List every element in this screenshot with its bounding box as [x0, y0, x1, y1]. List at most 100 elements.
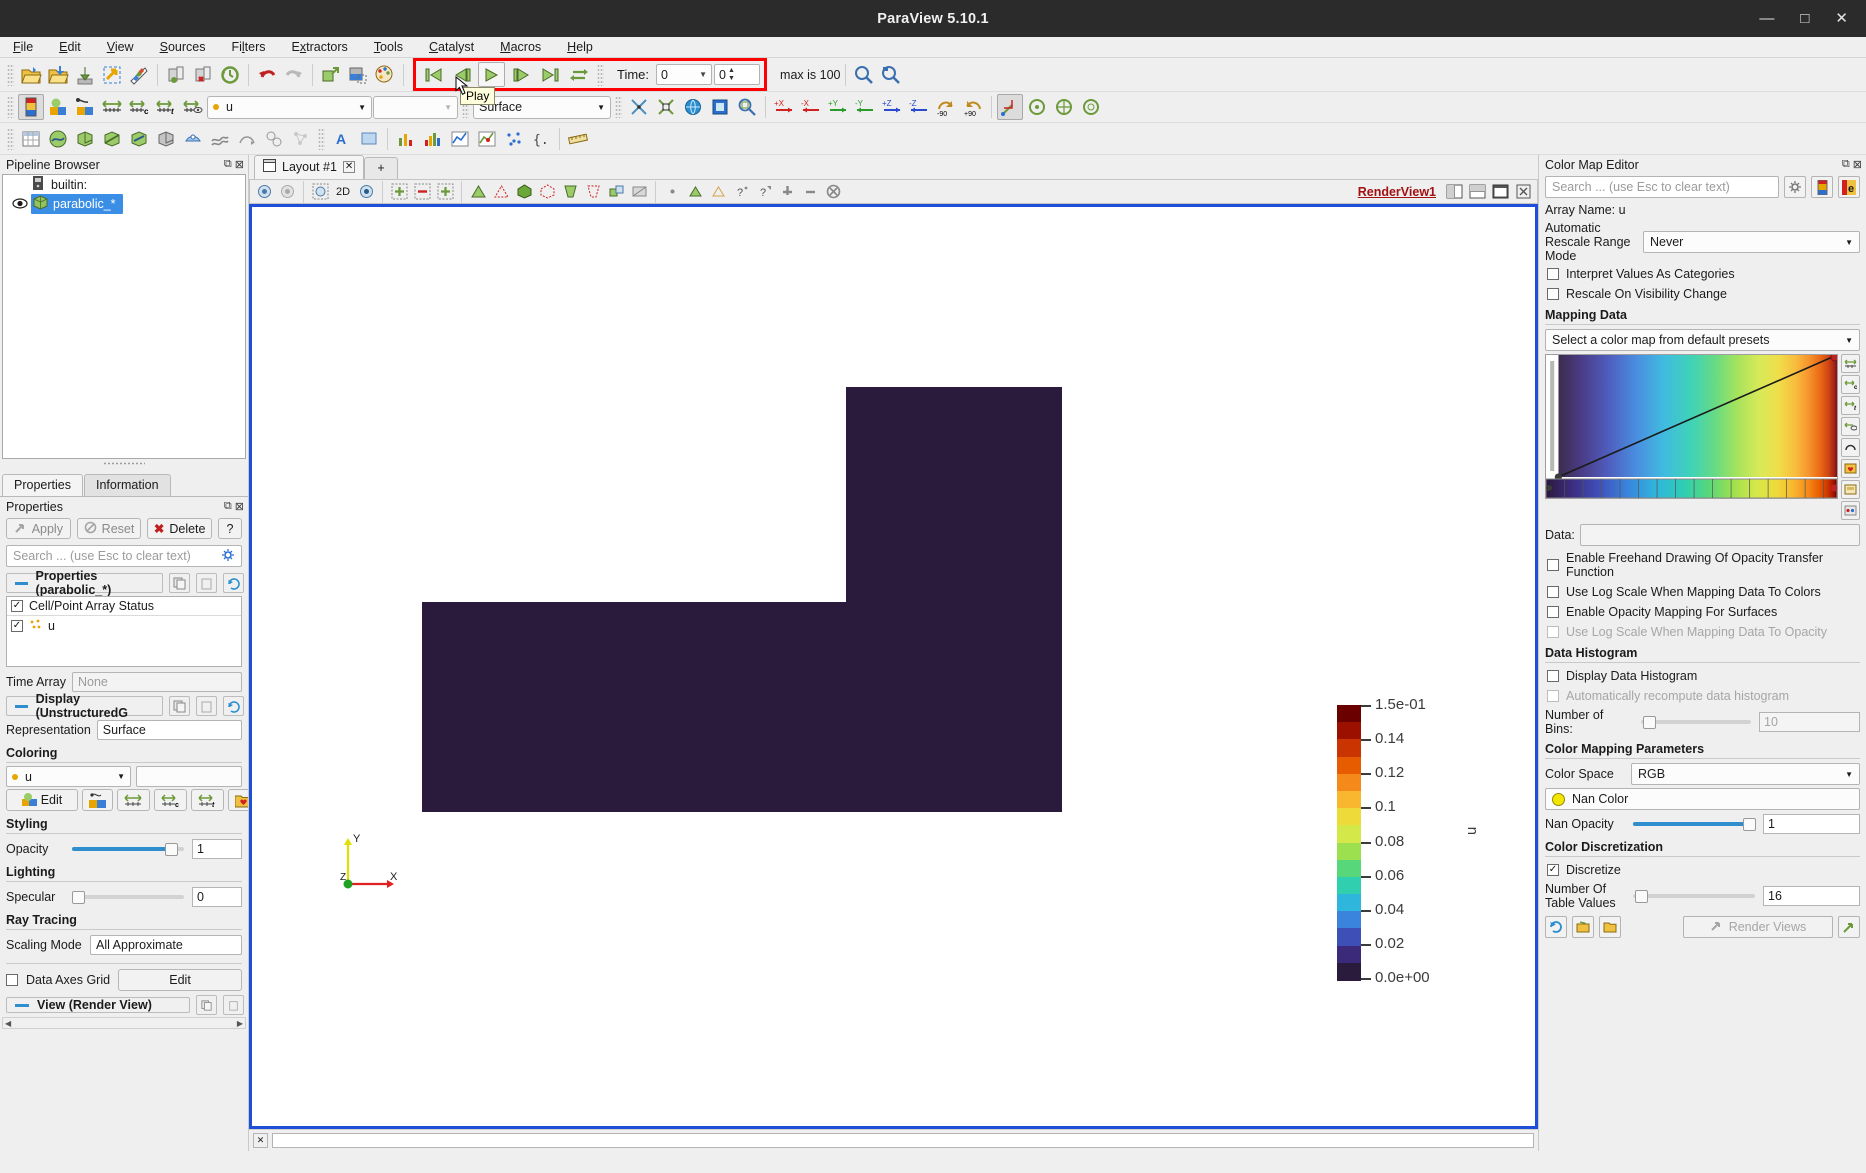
coloring-array-combo[interactable]: u ▼ — [6, 766, 131, 787]
save-screenshot-icon[interactable] — [878, 62, 904, 88]
opacity-transfer-function-editor[interactable] — [1545, 354, 1838, 499]
filters-grip[interactable] — [7, 127, 14, 150]
specular-slider[interactable] — [72, 888, 184, 906]
color-palette-icon[interactable] — [372, 62, 398, 88]
select-points-icon[interactable] — [490, 181, 512, 202]
menu-extractors[interactable]: Extractors — [289, 39, 351, 55]
cme-rescale-visibility-row[interactable]: Rescale On Visibility Change — [1539, 284, 1866, 304]
properties-group-source[interactable]: Properties (parabolic_*) — [6, 569, 244, 597]
discretize-checkbox[interactable]: ✓ — [1547, 864, 1559, 876]
glyph-filter-icon[interactable] — [207, 126, 233, 152]
choose-preset-button[interactable] — [82, 789, 113, 811]
extract-subset-icon[interactable] — [180, 126, 206, 152]
connect-server-icon[interactable] — [163, 62, 189, 88]
toolbar-grip[interactable] — [7, 63, 14, 86]
component-combo[interactable]: ▼ — [373, 95, 458, 119]
center-axes-visibility-icon[interactable] — [997, 94, 1023, 120]
warp-filter-icon[interactable] — [261, 126, 287, 152]
cme-advanced-gear-icon[interactable] — [1784, 176, 1806, 198]
undock-icon[interactable]: ⧉ — [1842, 158, 1850, 171]
time-array-combo[interactable]: None — [71, 672, 242, 692]
rescale-over-time-icon[interactable]: t — [153, 94, 179, 120]
camera-redo-icon[interactable] — [276, 181, 298, 202]
close-icon[interactable]: ⊠ — [235, 500, 244, 513]
edit-color-map-button[interactable]: Edit — [6, 789, 78, 811]
close-icon[interactable]: ⊠ — [1853, 158, 1862, 171]
copy-display-icon[interactable] — [169, 696, 190, 716]
stream-tracer-icon[interactable] — [234, 126, 260, 152]
data-axes-grid-checkbox[interactable] — [6, 974, 18, 986]
rotate-90-cw-icon[interactable]: +90 — [960, 94, 986, 120]
orientation-axes-widget[interactable]: Y X Z — [340, 832, 410, 892]
previous-frame-button[interactable] — [449, 62, 476, 87]
pipeline-item-parabolic[interactable]: parabolic_* — [31, 193, 123, 214]
redo-icon[interactable] — [281, 62, 307, 88]
subtract-selection-icon[interactable] — [411, 181, 433, 202]
shrink-selection-icon[interactable] — [799, 181, 821, 202]
paste-properties-icon[interactable] — [196, 573, 217, 593]
color-legend-toggle-icon[interactable] — [18, 94, 44, 120]
restore-defaults-icon[interactable] — [223, 573, 244, 593]
undock-icon[interactable]: ⧉ — [224, 158, 232, 171]
pipeline-source-row[interactable]: parabolic_* — [3, 193, 245, 214]
menu-file[interactable]: File — [10, 39, 36, 55]
render-view-name[interactable]: RenderView1 — [1358, 185, 1442, 199]
cme-edit-legend-icon[interactable]: e — [1838, 176, 1860, 198]
rescale-visible-range-icon[interactable] — [180, 94, 206, 120]
open-file-icon[interactable] — [18, 62, 44, 88]
layout-tab-close-icon[interactable]: ✕ — [342, 161, 356, 173]
help-button[interactable]: ? — [218, 518, 243, 539]
properties-group-display[interactable]: Display (UnstructuredG — [6, 692, 244, 720]
rep-toolbar-grip[interactable] — [7, 96, 14, 118]
reset-to-data-range-icon[interactable] — [1545, 916, 1567, 938]
rescale-to-data-button[interactable] — [117, 789, 150, 811]
camera-settings-icon[interactable] — [355, 181, 377, 202]
add-layout-tab[interactable]: + — [364, 157, 398, 179]
show-center-icon[interactable] — [1078, 94, 1104, 120]
opacity-slider[interactable] — [72, 840, 184, 858]
specular-value-input[interactable]: 0 — [192, 887, 242, 907]
rotate-camera-icon[interactable] — [680, 94, 706, 120]
adjust-camera-icon[interactable] — [309, 181, 331, 202]
menu-help[interactable]: Help — [564, 39, 596, 55]
coloring-component-combo[interactable] — [136, 766, 242, 787]
scalar-bar[interactable]: 1.5e-01 0.14 0.12 0.1 0.08 0.06 0.04 0.02 0.0e+0… — [1337, 696, 1517, 990]
rescale-visibility-checkbox[interactable] — [1547, 288, 1559, 300]
neg-x-axis-icon[interactable]: -X — [798, 94, 824, 120]
select-points-polygon-icon[interactable] — [536, 181, 558, 202]
spreadsheet-view-icon[interactable] — [18, 126, 44, 152]
table-values-input[interactable]: 16 — [1763, 886, 1860, 906]
properties-group-view[interactable]: View (Render View) — [6, 995, 244, 1015]
paste-view-icon[interactable] — [223, 995, 244, 1015]
select-cells-polygon-icon[interactable] — [513, 181, 535, 202]
tf-invert-icon[interactable] — [1841, 438, 1860, 457]
pipeline-server-row[interactable]: builtin: — [3, 175, 245, 194]
tf-edit-colors-icon[interactable] — [1841, 501, 1860, 520]
text-source-icon[interactable]: A — [329, 126, 355, 152]
undock-icon[interactable]: ⧉ — [224, 500, 232, 513]
scatter-plot-icon[interactable] — [501, 126, 527, 152]
plot-over-line-icon[interactable] — [447, 126, 473, 152]
zoom-region-icon[interactable] — [707, 94, 733, 120]
pos-z-axis-icon[interactable]: +Z — [879, 94, 905, 120]
camera-undo-icon[interactable] — [253, 181, 275, 202]
close-button[interactable]: ✕ — [1835, 11, 1848, 26]
copy-view-icon[interactable] — [196, 995, 217, 1015]
maximize-view-icon[interactable] — [1489, 181, 1511, 202]
expand-selection-icon[interactable] — [776, 181, 798, 202]
array-status-header[interactable]: ✓ Cell/Point Array Status — [7, 597, 241, 616]
bar-chart-view-icon[interactable] — [393, 126, 419, 152]
array-status-checkbox[interactable]: ✓ — [11, 600, 23, 612]
close-icon[interactable]: ⊠ — [235, 158, 244, 171]
plot-selection-icon[interactable] — [474, 126, 500, 152]
pos-y-axis-icon[interactable]: +Y — [825, 94, 851, 120]
neg-z-axis-icon[interactable]: -Z — [906, 94, 932, 120]
properties-search-input[interactable]: Search ... (use Esc to clear text) — [6, 545, 242, 567]
clip-filter-icon[interactable] — [99, 126, 125, 152]
play-button[interactable] — [478, 62, 505, 87]
cme-opacity-surfaces-row[interactable]: Enable Opacity Mapping For Surfaces — [1539, 602, 1866, 622]
screenshot-icon[interactable] — [345, 62, 371, 88]
gear-icon[interactable] — [221, 548, 235, 565]
minimize-button[interactable]: — — [1759, 11, 1774, 26]
camera-grip[interactable] — [615, 96, 622, 118]
